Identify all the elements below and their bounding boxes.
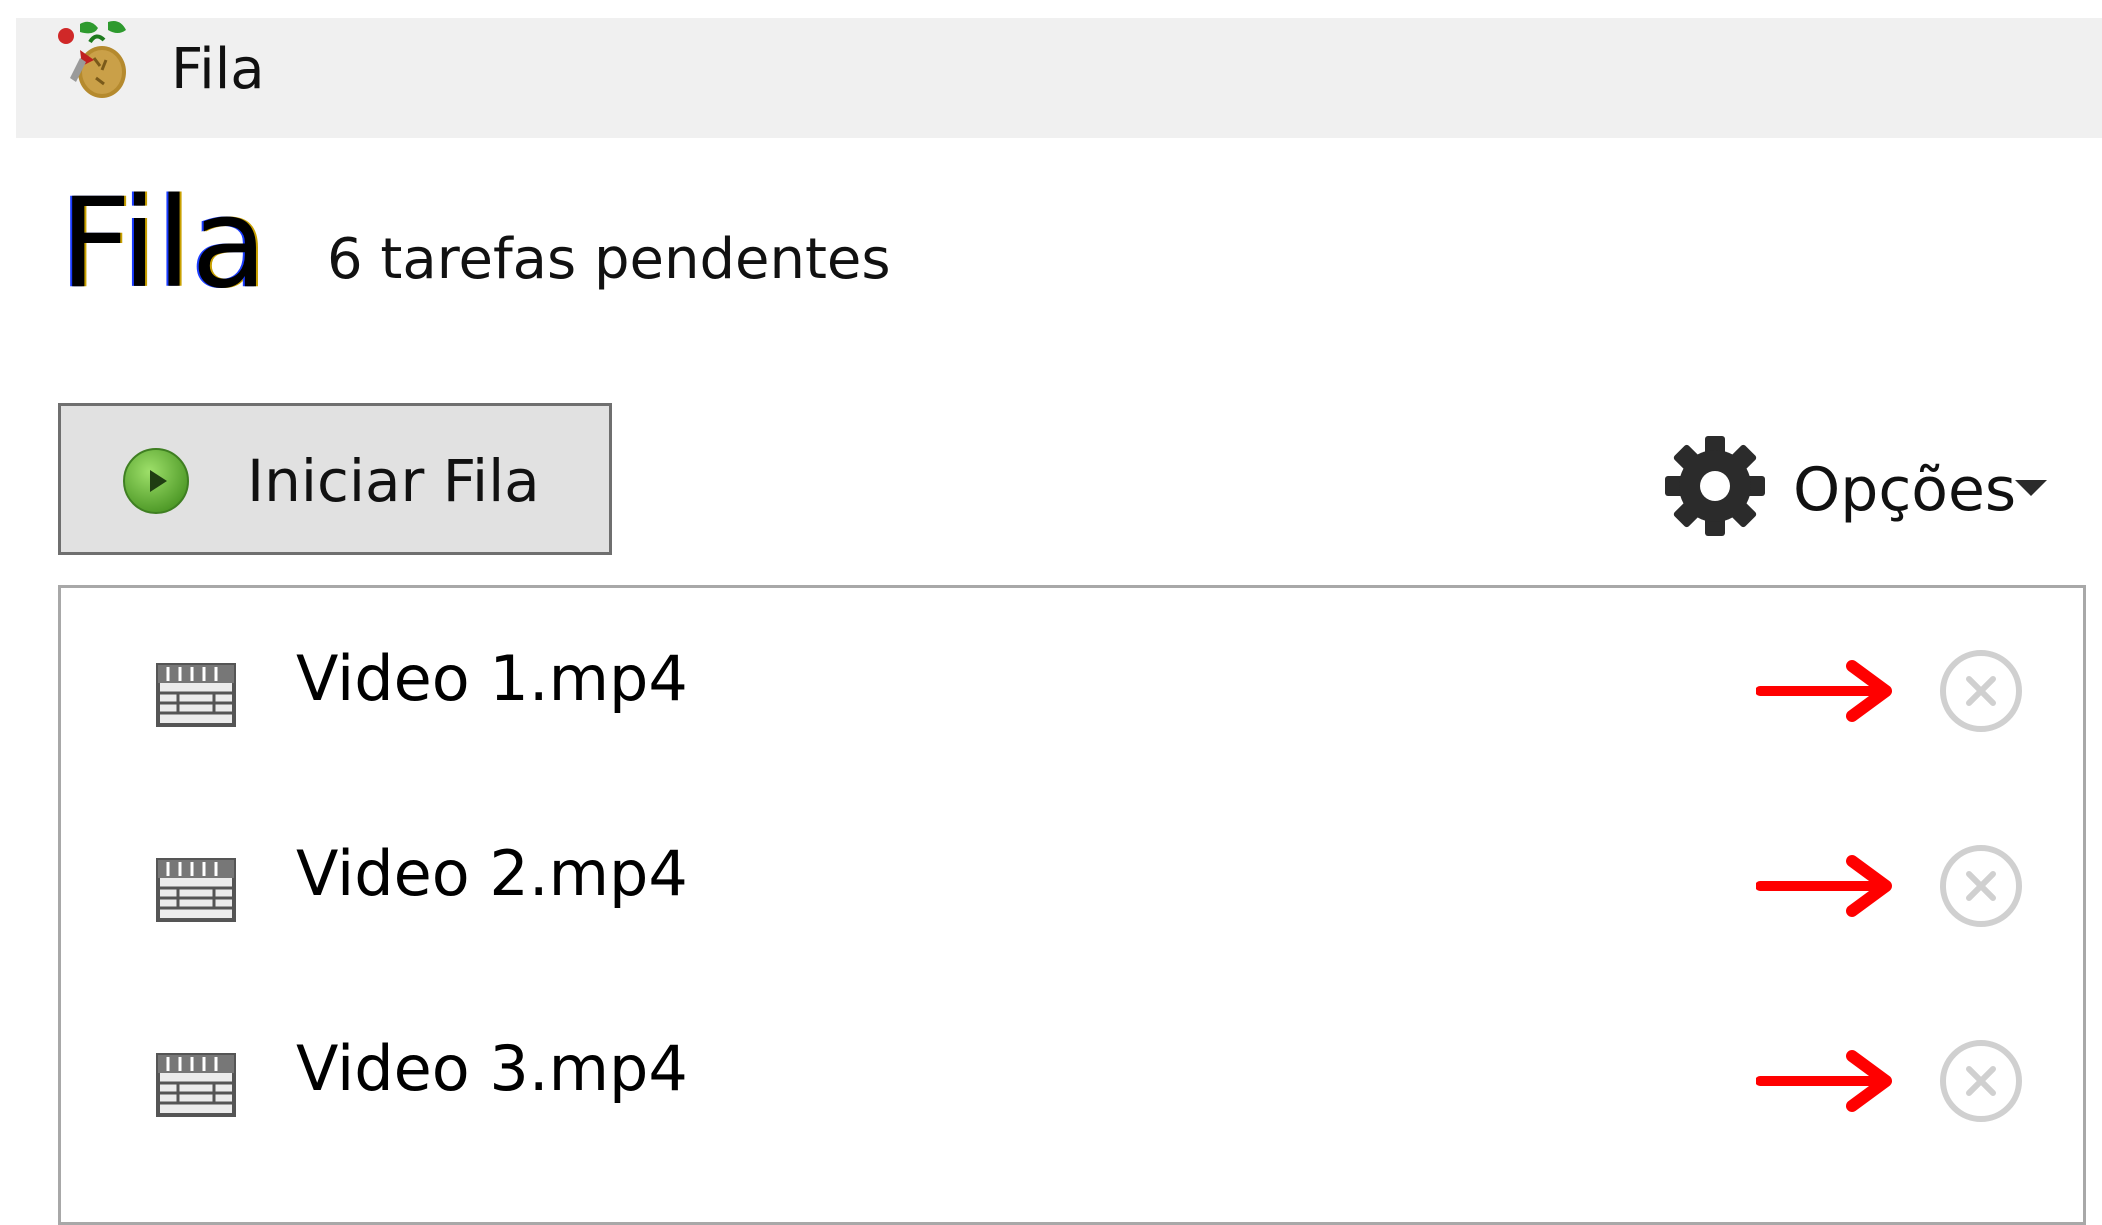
queue-item[interactable]: Video 1.mp4 [61, 618, 2083, 768]
queue-item-name: Video 3.mp4 [296, 1032, 688, 1105]
window-titlebar: Fila [16, 18, 2102, 138]
start-queue-button[interactable]: Iniciar Fila [58, 403, 612, 555]
play-icon [123, 448, 189, 514]
video-file-icon [156, 663, 236, 727]
queue-item[interactable]: Video 2.mp4 [61, 813, 2083, 963]
remove-item-icon[interactable] [1938, 1038, 2024, 1124]
chevron-down-icon [2015, 480, 2047, 496]
video-file-icon [156, 858, 236, 922]
queue-item-name: Video 2.mp4 [296, 837, 688, 910]
annotation-arrow-icon [1756, 855, 1892, 917]
queue-item-name: Video 1.mp4 [296, 642, 688, 715]
annotation-arrow-icon [1756, 660, 1892, 722]
handbrake-app-icon [58, 21, 126, 98]
queue-item[interactable]: Video 3.mp4 [61, 1008, 2083, 1158]
annotation-arrow-icon [1756, 1050, 1892, 1112]
start-queue-label: Iniciar Fila [247, 447, 540, 515]
video-file-icon [156, 1053, 236, 1117]
options-dropdown[interactable]: Opções [1663, 432, 2063, 542]
queue-list: Video 1.mp4 Video 2.mp4 Video 3.mp4 [58, 585, 2086, 1225]
gear-icon [1665, 436, 1765, 536]
remove-item-icon[interactable] [1938, 648, 2024, 734]
window-title: Fila [171, 37, 265, 102]
options-label: Opções [1793, 455, 2017, 525]
pending-tasks-count: 6 tarefas pendentes [327, 227, 891, 292]
remove-item-icon[interactable] [1938, 843, 2024, 929]
page-title: Fila [60, 172, 268, 316]
